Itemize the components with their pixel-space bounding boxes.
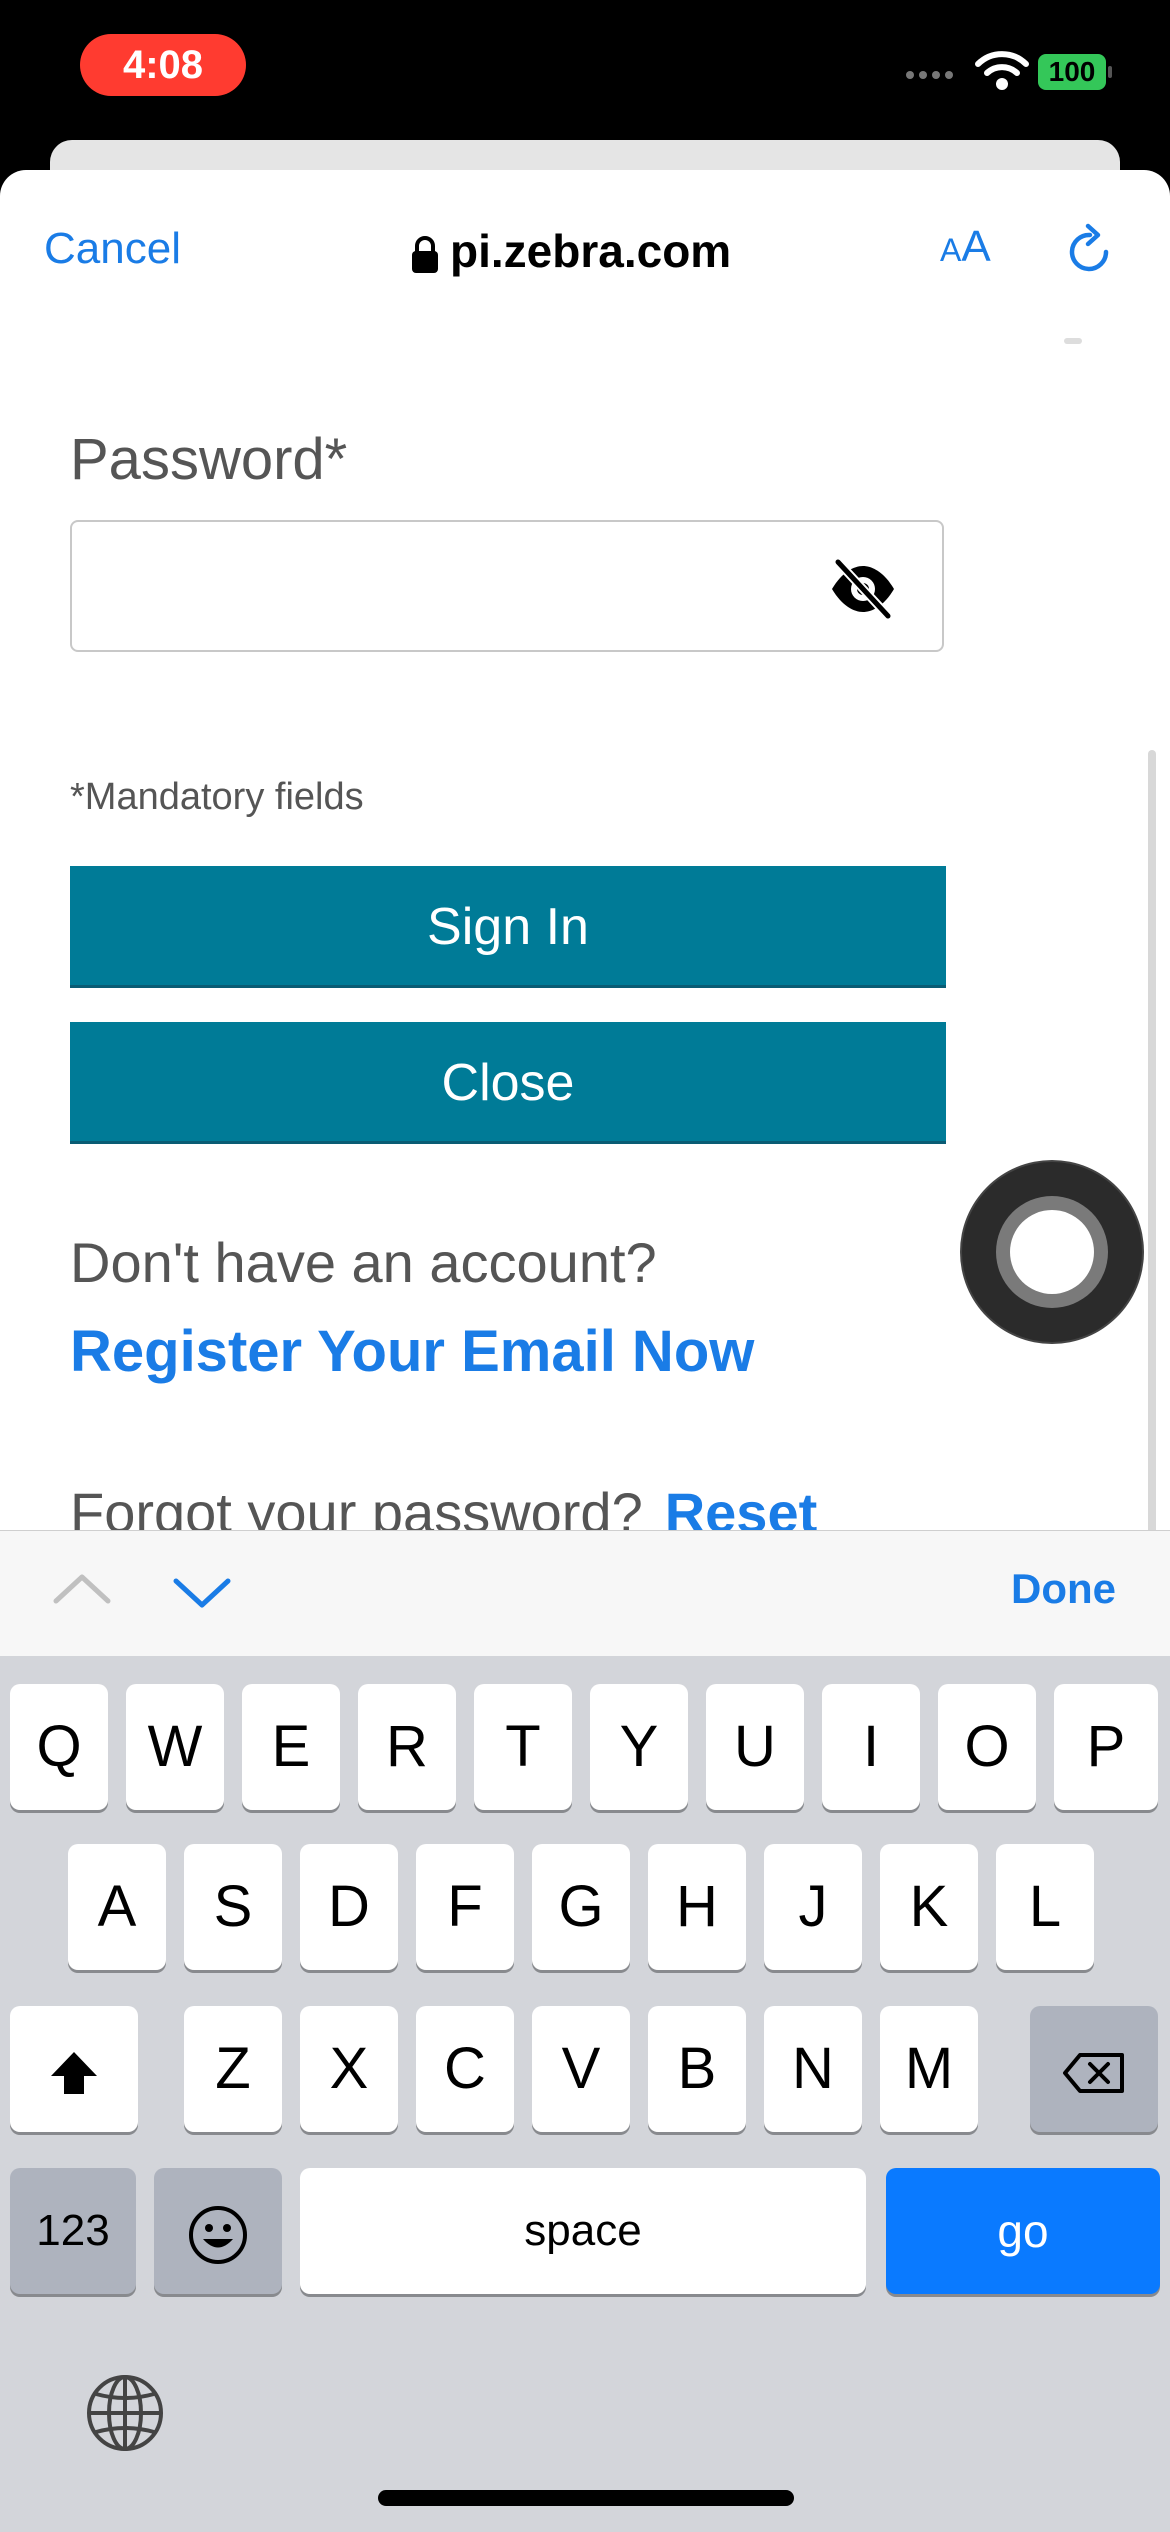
shift-key[interactable] [10, 2006, 138, 2132]
aa-small-glyph: A [940, 232, 962, 268]
scroll-indicator-top [1064, 338, 1082, 344]
key-j[interactable]: J [764, 1844, 862, 1970]
cancel-button[interactable]: Cancel [44, 224, 181, 274]
mandatory-note: *Mandatory fields [70, 776, 364, 818]
key-l[interactable]: L [996, 1844, 1094, 1970]
eye-off-icon[interactable] [828, 558, 898, 620]
space-key[interactable]: space [300, 2168, 866, 2294]
key-d[interactable]: D [300, 1844, 398, 1970]
forgot-password-text: Forgot your password? [70, 1481, 643, 1530]
keyboard-accessory-bar: Done [0, 1530, 1170, 1657]
status-time[interactable]: 4:08 [80, 34, 246, 96]
password-label: Password* [70, 427, 348, 492]
no-account-text: Don't have an account? [70, 1231, 657, 1294]
browser-nav-bar: Cancel pi.zebra.com AA [0, 170, 1170, 350]
key-r[interactable]: R [358, 1684, 456, 1810]
cellular-signal-icon [906, 66, 962, 79]
status-bar: 4:08 100 [0, 0, 1170, 140]
forgot-password-row: Forgot your password? Reset [70, 1480, 817, 1530]
key-f[interactable]: F [416, 1844, 514, 1970]
aa-big-glyph: A [961, 222, 991, 271]
keyboard: Q W E R T Y U I O P A S D F G H J K L Z … [0, 1656, 1170, 2532]
battery-indicator: 100 [1038, 54, 1112, 90]
home-indicator[interactable] [378, 2490, 794, 2506]
close-button[interactable]: Close [70, 1022, 946, 1144]
browser-sheet: Cancel pi.zebra.com AA Password* *Mandat… [0, 170, 1170, 1530]
sign-in-button[interactable]: Sign In [70, 866, 946, 988]
url-display[interactable]: pi.zebra.com [410, 224, 731, 278]
key-v[interactable]: V [532, 2006, 630, 2132]
key-i[interactable]: I [822, 1684, 920, 1810]
key-b[interactable]: B [648, 2006, 746, 2132]
key-t[interactable]: T [474, 1684, 572, 1810]
emoji-icon [189, 2205, 247, 2264]
emoji-key[interactable] [154, 2168, 282, 2294]
globe-icon[interactable] [84, 2372, 166, 2454]
assistive-touch-center [1010, 1210, 1094, 1294]
key-e[interactable]: E [242, 1684, 340, 1810]
key-g[interactable]: G [532, 1844, 630, 1970]
key-s[interactable]: S [184, 1844, 282, 1970]
key-y[interactable]: Y [590, 1684, 688, 1810]
url-text: pi.zebra.com [450, 225, 732, 277]
key-k[interactable]: K [880, 1844, 978, 1970]
key-q[interactable]: Q [10, 1684, 108, 1810]
chevron-up-icon[interactable] [52, 1561, 112, 1621]
key-u[interactable]: U [706, 1684, 804, 1810]
reload-icon[interactable] [1062, 222, 1118, 282]
backspace-icon [1063, 2052, 1124, 2093]
key-m[interactable]: M [880, 2006, 978, 2132]
key-x[interactable]: X [300, 2006, 398, 2132]
assistive-touch-button[interactable] [962, 1162, 1142, 1342]
text-size-button[interactable]: AA [940, 222, 991, 272]
key-o[interactable]: O [938, 1684, 1036, 1810]
key-w[interactable]: W [126, 1684, 224, 1810]
scrollbar[interactable] [1148, 750, 1156, 1530]
done-button[interactable]: Done [1011, 1565, 1116, 1613]
wifi-icon [975, 51, 1029, 90]
register-email-link[interactable]: Register Your Email Now [70, 1318, 754, 1385]
key-n[interactable]: N [764, 2006, 862, 2132]
go-key[interactable]: go [886, 2168, 1160, 2294]
password-field[interactable] [70, 520, 944, 652]
assistive-touch-inner [996, 1196, 1108, 1308]
reset-link[interactable]: Reset [665, 1481, 818, 1530]
numbers-key[interactable]: 123 [10, 2168, 136, 2294]
backspace-key[interactable] [1030, 2006, 1158, 2132]
key-c[interactable]: C [416, 2006, 514, 2132]
key-z[interactable]: Z [184, 2006, 282, 2132]
key-p[interactable]: P [1054, 1684, 1158, 1810]
key-a[interactable]: A [68, 1844, 166, 1970]
lock-icon [412, 235, 438, 273]
key-h[interactable]: H [648, 1844, 746, 1970]
shift-icon [51, 2051, 97, 2094]
chevron-down-icon[interactable] [172, 1561, 232, 1621]
